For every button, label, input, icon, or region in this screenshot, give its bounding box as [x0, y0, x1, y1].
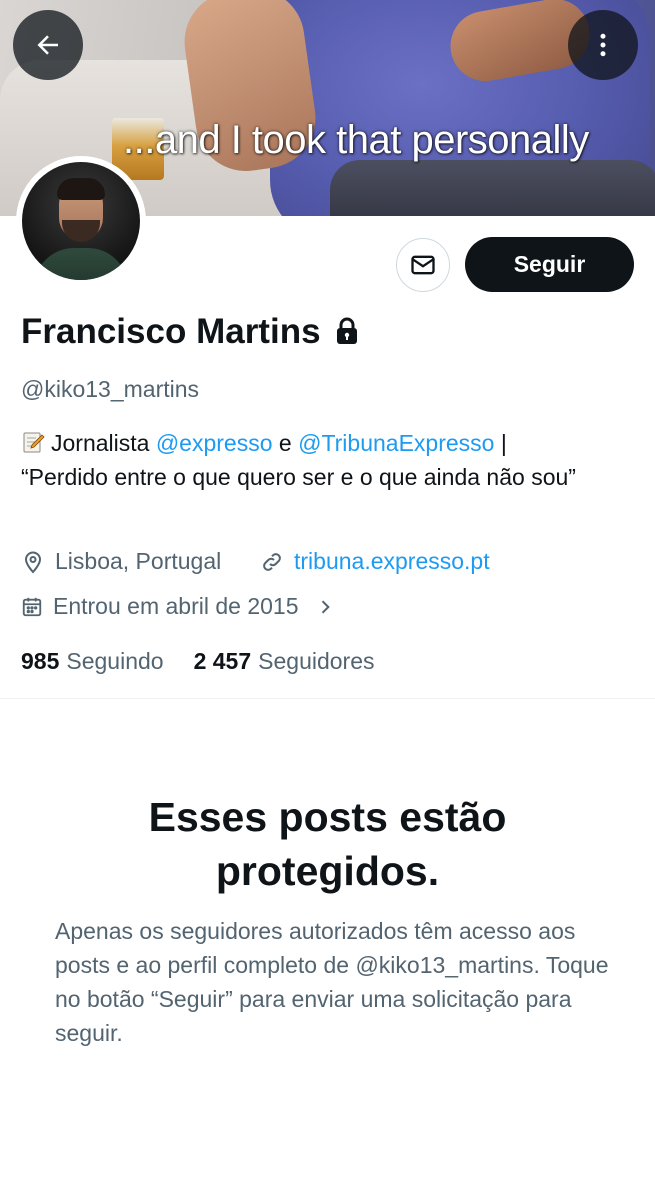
banner-meme-text: ...and I took that personally	[123, 118, 589, 162]
envelope-icon	[409, 251, 437, 279]
lock-icon	[335, 317, 359, 350]
join-date-text: Entrou em abril de 2015	[53, 593, 299, 619]
banner-legs	[330, 160, 655, 216]
mention-link-expresso[interactable]: @expresso	[156, 430, 273, 456]
follow-button[interactable]: Seguir	[465, 237, 634, 292]
back-button[interactable]	[13, 10, 83, 80]
map-pin-icon	[21, 550, 45, 574]
profile-bio: Jornalista @expresso e @TribunaExpresso …	[21, 426, 621, 494]
more-vertical-icon	[588, 30, 618, 60]
display-name: Francisco Martins	[21, 312, 321, 351]
profile-stats: 985 Seguindo 2 457 Seguidores	[21, 648, 405, 675]
link-icon	[260, 550, 284, 574]
protected-posts-description: Apenas os seguidores autorizados têm ace…	[55, 918, 609, 1046]
following-label: Seguindo	[66, 648, 164, 674]
bio-prefix: Jornalista	[51, 430, 150, 456]
profile-location: Lisboa, Portugal	[21, 548, 221, 575]
following-stat[interactable]: 985 Seguindo	[21, 648, 164, 675]
chevron-right-icon	[315, 597, 335, 617]
message-button[interactable]	[396, 238, 450, 292]
protected-posts-title: Esses posts estão protegidos.	[148, 794, 507, 894]
profile-website[interactable]: tribuna.expresso.pt	[260, 548, 490, 575]
bio-connector: e	[278, 430, 292, 456]
bio-quote: “Perdido entre o que quero ser e o que a…	[21, 464, 576, 490]
avatar[interactable]	[16, 156, 146, 286]
avatar-hair	[57, 178, 105, 200]
more-options-button[interactable]	[568, 10, 638, 80]
profile-handle: @kiko13_martins	[21, 376, 200, 402]
arrow-left-icon	[33, 30, 63, 60]
mention-link-tribunaexpresso[interactable]: @TribunaExpresso	[298, 430, 494, 456]
followers-stat[interactable]: 2 457 Seguidores	[194, 648, 375, 675]
calendar-icon	[21, 596, 43, 618]
avatar-body	[34, 248, 128, 280]
profile-join-date[interactable]: Entrou em abril de 2015	[21, 593, 335, 620]
followers-count: 2 457	[193, 648, 252, 674]
website-link[interactable]: tribuna.expresso.pt	[294, 548, 490, 575]
avatar-beard	[62, 220, 100, 242]
divider	[0, 698, 655, 699]
location-text: Lisboa, Portugal	[55, 548, 222, 574]
following-count: 985	[21, 648, 60, 674]
profile-name-row: Francisco Martins	[21, 312, 359, 352]
avatar-photo	[22, 162, 140, 280]
memo-icon	[21, 429, 45, 453]
bio-pipe: |	[500, 430, 507, 456]
followers-label: Seguidores	[258, 648, 375, 674]
